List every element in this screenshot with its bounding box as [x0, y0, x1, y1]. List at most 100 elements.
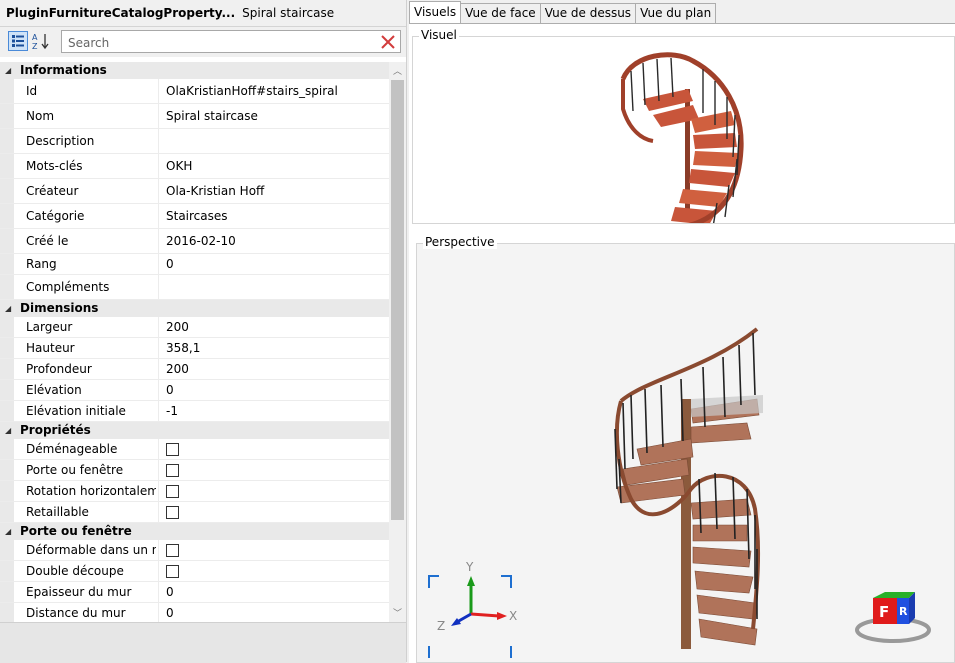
- demenageable-checkbox[interactable]: [166, 442, 179, 456]
- property-row-id[interactable]: Id OlaKristianHoff#stairs_spiral: [0, 79, 406, 104]
- property-name: Rotation horizontalem...: [26, 484, 156, 498]
- property-name: Déformable dans un m...: [26, 543, 156, 557]
- scrollbar-thumb[interactable]: [391, 80, 404, 520]
- property-value[interactable]: Spiral staircase: [158, 104, 389, 128]
- property-value[interactable]: 2016-02-10: [158, 229, 389, 253]
- category-label: Informations: [20, 63, 107, 77]
- clear-search-icon[interactable]: [379, 33, 397, 51]
- property-row-hauteur[interactable]: Hauteur 358,1: [0, 338, 406, 359]
- property-row-largeur[interactable]: Largeur 200: [0, 317, 406, 338]
- object-class-name: PluginFurnitureCatalogProperty...: [6, 6, 236, 20]
- property-value[interactable]: [158, 275, 389, 299]
- staircase-3d-view[interactable]: Y X Z F R: [417, 244, 954, 662]
- view-tabs: Visuels Vue de face Vue de dessus Vue du…: [409, 1, 717, 24]
- navigation-cube-icon[interactable]: F R: [855, 592, 931, 643]
- vertical-scrollbar[interactable]: ︿ ﹀: [389, 62, 406, 622]
- alphabetical-sort-icon[interactable]: A Z: [31, 31, 51, 51]
- axis-z-label: Z: [437, 619, 445, 633]
- property-name: Porte ou fenêtre: [26, 463, 124, 477]
- category-informations[interactable]: ◢ Informations: [0, 62, 406, 79]
- property-value[interactable]: 200: [158, 359, 389, 379]
- property-row-porte-ou-fenetre[interactable]: Porte ou fenêtre: [0, 460, 406, 481]
- perspective-panel-title: Perspective: [423, 235, 497, 249]
- property-row-deformable[interactable]: Déformable dans un m...: [0, 540, 406, 561]
- property-toolbar: A Z: [0, 27, 406, 57]
- property-row-cree-le[interactable]: Créé le 2016-02-10: [0, 229, 406, 254]
- property-row-rotation-horizontale[interactable]: Rotation horizontalem...: [0, 481, 406, 502]
- property-value[interactable]: 358,1: [158, 338, 389, 358]
- property-grid: ◢ Informations Id OlaKristianHoff#stairs_…: [0, 62, 406, 622]
- property-name: Double découpe: [26, 564, 124, 578]
- property-row-elevation-initiale[interactable]: Elévation initiale -1: [0, 401, 406, 422]
- object-name: Spiral staircase: [242, 6, 335, 20]
- tab-vue-du-plan[interactable]: Vue du plan: [635, 3, 717, 23]
- property-row-epaisseur-du-mur[interactable]: Epaisseur du mur 0: [0, 582, 406, 603]
- property-row-nom[interactable]: Nom Spiral staircase: [0, 104, 406, 129]
- property-row-retaillable[interactable]: Retaillable: [0, 502, 406, 523]
- double-decoupe-checkbox[interactable]: [166, 564, 179, 578]
- property-value[interactable]: 0: [158, 380, 389, 400]
- property-value: [158, 460, 389, 480]
- property-row-double-decoupe[interactable]: Double découpe: [0, 561, 406, 582]
- svg-text:Z: Z: [32, 42, 38, 51]
- retaillable-checkbox[interactable]: [166, 505, 179, 519]
- property-value[interactable]: Staircases: [158, 204, 389, 228]
- property-row-demenageable[interactable]: Déménageable: [0, 439, 406, 460]
- collapse-icon[interactable]: ◢: [5, 62, 11, 79]
- tab-vue-de-dessus[interactable]: Vue de dessus: [539, 3, 637, 23]
- property-row-description[interactable]: Description: [0, 129, 406, 154]
- property-row-rang[interactable]: Rang 0: [0, 254, 406, 275]
- collapse-icon[interactable]: ◢: [5, 523, 11, 540]
- property-name: Profondeur: [26, 362, 92, 376]
- tab-visuels[interactable]: Visuels: [409, 1, 462, 23]
- property-value[interactable]: 0: [158, 254, 389, 274]
- description-area: [0, 622, 406, 663]
- property-name: Description: [26, 134, 95, 148]
- visual-panel-title: Visuel: [419, 28, 459, 42]
- category-proprietes[interactable]: ◢ Propriétés: [0, 422, 406, 439]
- scroll-down-icon[interactable]: ﹀: [389, 606, 406, 620]
- tab-vue-de-face[interactable]: Vue de face: [460, 3, 541, 23]
- rotation-horizontale-checkbox[interactable]: [166, 484, 179, 498]
- property-value: [158, 540, 389, 560]
- property-value: [158, 481, 389, 501]
- categorized-sort-icon[interactable]: [8, 31, 28, 51]
- collapse-icon[interactable]: ◢: [5, 300, 11, 317]
- porte-ou-fenetre-checkbox[interactable]: [166, 463, 179, 477]
- category-label: Porte ou fenêtre: [20, 524, 132, 538]
- property-value[interactable]: 0: [158, 603, 389, 622]
- search-input[interactable]: [66, 33, 370, 52]
- deformable-checkbox[interactable]: [166, 543, 179, 557]
- property-row-mots-cles[interactable]: Mots-clés OKH: [0, 154, 406, 179]
- property-row-createur[interactable]: Créateur Ola-Kristian Hoff: [0, 179, 406, 204]
- property-name: Retaillable: [26, 505, 89, 519]
- property-name: Mots-clés: [26, 159, 83, 173]
- property-name: Elévation initiale: [26, 404, 126, 418]
- property-value[interactable]: Ola-Kristian Hoff: [158, 179, 389, 203]
- property-value[interactable]: OKH: [158, 154, 389, 178]
- property-row-complements[interactable]: Compléments: [0, 275, 406, 300]
- property-value[interactable]: 200: [158, 317, 389, 337]
- property-name: Compléments: [26, 280, 110, 294]
- property-name: Rang: [26, 257, 57, 271]
- axis-y-label: Y: [465, 560, 474, 574]
- category-dimensions[interactable]: ◢ Dimensions: [0, 300, 406, 317]
- collapse-icon[interactable]: ◢: [5, 422, 11, 439]
- category-porte-ou-fenetre[interactable]: ◢ Porte ou fenêtre: [0, 523, 406, 540]
- property-name: Hauteur: [26, 341, 75, 355]
- tab-content: Visuel Perspective Y X Z F R: [409, 23, 955, 663]
- property-value[interactable]: 0: [158, 582, 389, 602]
- property-value[interactable]: -1: [158, 401, 389, 421]
- property-value[interactable]: OlaKristianHoff#stairs_spiral: [158, 79, 389, 103]
- property-value[interactable]: [158, 129, 389, 153]
- property-name: Epaisseur du mur: [26, 585, 132, 599]
- property-grid-pane: PluginFurnitureCatalogProperty... Spiral…: [0, 0, 407, 663]
- property-value: [158, 561, 389, 581]
- property-row-categorie[interactable]: Catégorie Staircases: [0, 204, 406, 229]
- property-value: [158, 439, 389, 459]
- property-row-profondeur[interactable]: Profondeur 200: [0, 359, 406, 380]
- property-name: Créateur: [26, 184, 79, 198]
- property-row-distance-du-mur[interactable]: Distance du mur 0: [0, 603, 406, 622]
- property-row-elevation[interactable]: Elévation 0: [0, 380, 406, 401]
- scroll-up-icon[interactable]: ︿: [389, 64, 406, 78]
